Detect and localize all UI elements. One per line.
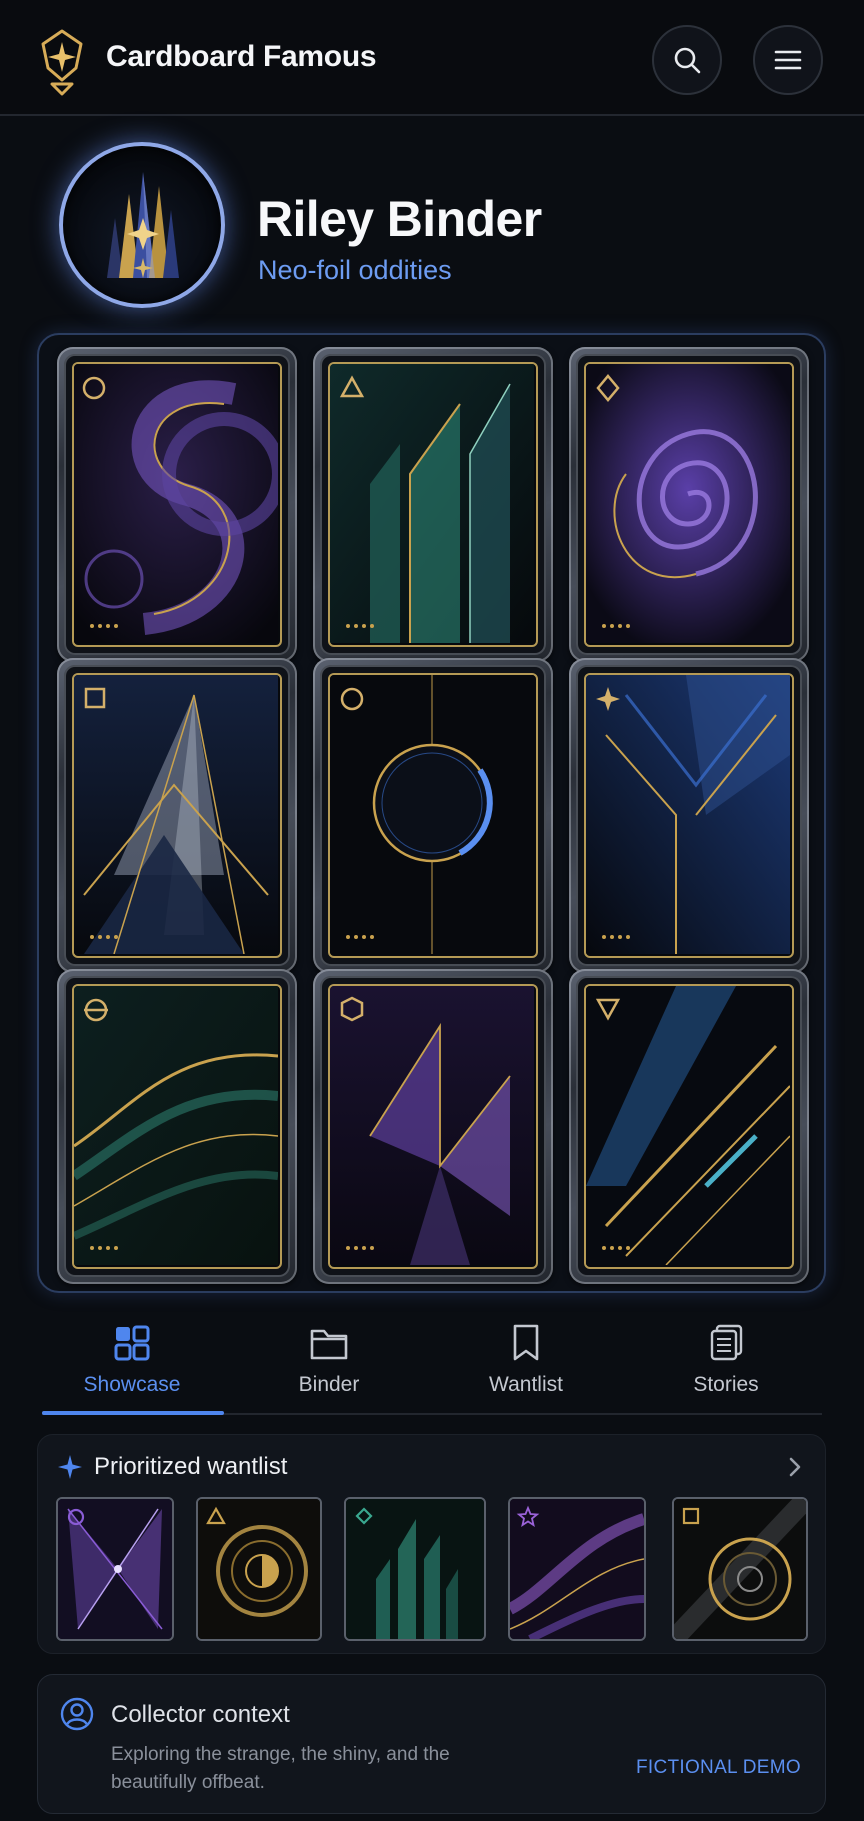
card-sleeve[interactable] <box>569 969 809 1284</box>
tab-label: Binder <box>298 1373 360 1396</box>
top-bar: Cardboard Famous <box>0 0 864 116</box>
card-sleeve[interactable] <box>569 347 809 662</box>
brand-logo-icon[interactable] <box>36 28 88 96</box>
folder-icon <box>310 1329 348 1360</box>
stack-icon <box>710 1324 743 1361</box>
profile-tagline: Neo-foil oddities <box>258 255 452 285</box>
wantlist-card-thumb[interactable] <box>672 1497 808 1641</box>
tab-label: Stories <box>693 1373 759 1396</box>
card-sleeve[interactable] <box>313 347 553 662</box>
wantlist-card-thumb[interactable] <box>344 1497 486 1641</box>
card-sleeve[interactable] <box>313 969 553 1284</box>
user-circle-icon <box>60 1697 94 1731</box>
context-description: Exploring the strange, the shiny, and th… <box>111 1744 450 1793</box>
prioritized-wantlist-panel: Prioritized wantlist <box>37 1434 826 1654</box>
wantlist-card-thumb[interactable] <box>508 1497 646 1641</box>
wantlist-card-thumb[interactable] <box>196 1497 322 1641</box>
showcase-card[interactable] <box>584 984 794 1269</box>
tab-wantlist[interactable]: Wantlist <box>436 1315 616 1415</box>
search-button[interactable] <box>652 25 722 95</box>
grid-icon <box>114 1325 150 1361</box>
card-sleeve[interactable] <box>57 969 297 1284</box>
menu-button[interactable] <box>753 25 823 95</box>
tab-label: Wantlist <box>489 1373 563 1396</box>
chevron-right-icon[interactable] <box>785 1455 805 1479</box>
fictional-demo-badge: FICTIONAL DEMO <box>635 1757 801 1778</box>
showcase-card[interactable] <box>584 362 794 647</box>
app-title[interactable]: Cardboard Famous <box>106 40 377 74</box>
wantlist-title[interactable]: Prioritized wantlist <box>94 1453 287 1481</box>
context-title: Collector context <box>111 1701 290 1728</box>
showcase-card[interactable] <box>328 673 538 958</box>
tab-label: Showcase <box>83 1373 181 1396</box>
active-tab-indicator <box>42 1411 224 1415</box>
profile-name: Riley Binder <box>257 191 542 247</box>
card-sleeve[interactable] <box>569 658 809 973</box>
showcase-card[interactable] <box>328 362 538 647</box>
showcase-card[interactable] <box>72 984 282 1269</box>
bookmark-icon <box>513 1324 539 1361</box>
tab-stories[interactable]: Stories <box>636 1315 816 1415</box>
avatar[interactable] <box>59 142 225 308</box>
wantlist-card-thumb[interactable] <box>56 1497 174 1641</box>
avatar-crystal-art <box>107 172 179 278</box>
sparkle-icon <box>58 1455 82 1479</box>
search-icon <box>674 47 701 74</box>
tab-showcase[interactable]: Showcase <box>42 1315 224 1415</box>
showcase-card[interactable] <box>72 673 282 958</box>
profile-tabs: Showcase Binder Wantlist Stories <box>42 1315 822 1415</box>
showcase-card[interactable] <box>584 673 794 958</box>
showcase-card[interactable] <box>72 362 282 647</box>
tab-binder[interactable]: Binder <box>239 1315 419 1415</box>
binder-showcase-grid <box>37 333 826 1293</box>
hamburger-menu-icon <box>774 50 802 70</box>
card-sleeve[interactable] <box>57 658 297 973</box>
showcase-card[interactable] <box>328 984 538 1269</box>
card-sleeve[interactable] <box>313 658 553 973</box>
card-sleeve[interactable] <box>57 347 297 662</box>
collector-context-panel: Collector context Exploring the strange,… <box>37 1674 826 1814</box>
